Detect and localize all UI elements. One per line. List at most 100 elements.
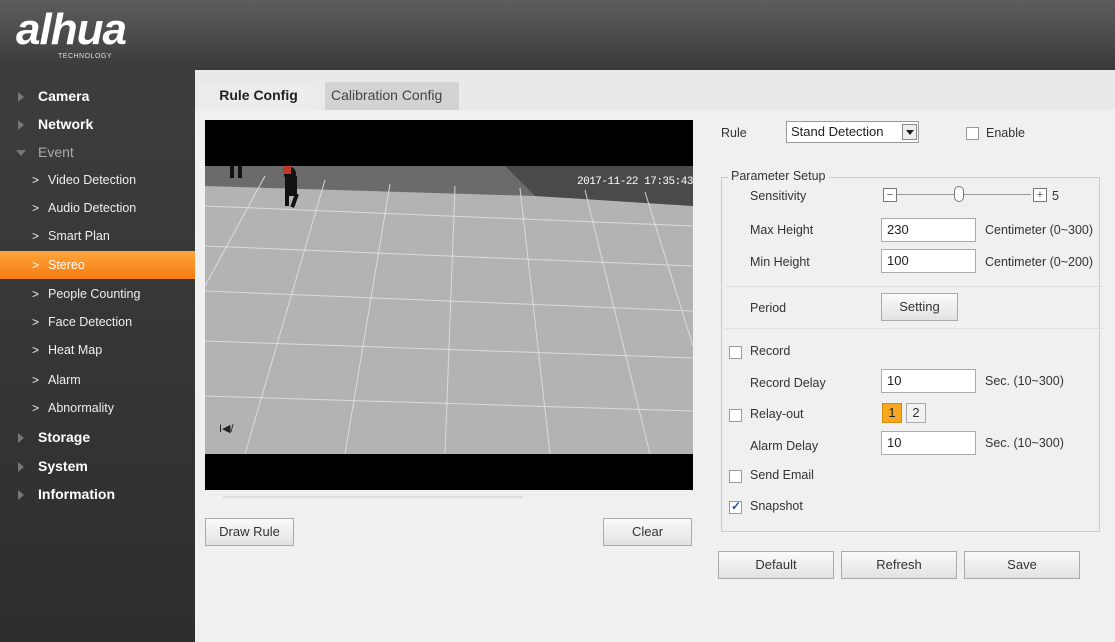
sensitivity-label: Sensitivity bbox=[750, 189, 807, 203]
sidebar-item-label: System bbox=[38, 458, 88, 474]
refresh-button[interactable]: Refresh bbox=[841, 551, 957, 579]
tab-rule-config[interactable]: Rule Config bbox=[198, 82, 319, 110]
max-height-unit: Centimeter (0~300) bbox=[985, 223, 1094, 237]
enable-label: Enable bbox=[986, 126, 1025, 140]
sidebar-item-label: Information bbox=[38, 486, 115, 502]
sidebar-item-event[interactable]: Event bbox=[0, 138, 195, 166]
sidebar-item-label: Abnormality bbox=[48, 401, 114, 415]
draw-rule-button[interactable]: Draw Rule bbox=[205, 518, 294, 546]
chevron-right-icon: > bbox=[32, 401, 40, 415]
floor-scene bbox=[205, 164, 693, 455]
app-header: alhua TECHNOLOGY bbox=[0, 0, 1115, 70]
relay-2-button[interactable]: 2 bbox=[906, 403, 926, 423]
relay-1-button[interactable]: 1 bbox=[882, 403, 902, 423]
caret-right-icon bbox=[18, 92, 24, 102]
clear-button[interactable]: Clear bbox=[603, 518, 692, 546]
parameter-setup-legend: Parameter Setup bbox=[728, 169, 829, 183]
sidebar-item-label: Alarm bbox=[48, 373, 81, 387]
sidebar-item-label: People Counting bbox=[48, 287, 141, 301]
sidebar-item-alarm[interactable]: > Alarm bbox=[0, 366, 195, 394]
tab-calibration-config[interactable]: Calibration Config bbox=[325, 82, 459, 110]
sidebar-item-camera[interactable]: Camera bbox=[0, 82, 195, 110]
sidebar-item-information[interactable]: Information bbox=[0, 480, 195, 508]
record-delay-label: Record Delay bbox=[750, 376, 826, 390]
caret-right-icon bbox=[18, 462, 24, 472]
send-email-checkbox[interactable] bbox=[729, 470, 742, 483]
sidebar-item-video-detection[interactable]: > Video Detection bbox=[0, 166, 195, 194]
sidebar-item-label: Stereo bbox=[48, 258, 85, 272]
chevron-right-icon: > bbox=[32, 315, 40, 329]
chevron-right-icon: > bbox=[32, 258, 40, 272]
chevron-right-icon: > bbox=[32, 373, 40, 387]
dropdown-arrow-icon bbox=[902, 124, 917, 140]
caret-right-icon bbox=[18, 433, 24, 443]
sidebar-item-label: Storage bbox=[38, 429, 91, 445]
sidebar-item-label: Video Detection bbox=[48, 173, 137, 187]
video-scrollbar[interactable] bbox=[223, 496, 523, 498]
divider bbox=[725, 286, 1105, 287]
min-height-unit: Centimeter (0~200) bbox=[985, 255, 1094, 269]
max-height-label: Max Height bbox=[750, 223, 814, 237]
sidebar-item-audio-detection[interactable]: > Audio Detection bbox=[0, 194, 195, 222]
caret-right-icon bbox=[18, 490, 24, 500]
alarm-delay-unit: Sec. (10~300) bbox=[985, 436, 1064, 450]
sidebar-item-abnormality[interactable]: > Abnormality bbox=[0, 394, 195, 422]
min-height-input[interactable]: 100 bbox=[881, 249, 976, 273]
sensitivity-plus-button[interactable]: + bbox=[1033, 188, 1047, 202]
sidebar-item-smart-plan[interactable]: > Smart Plan bbox=[0, 222, 195, 250]
relay-out-label: Relay-out bbox=[750, 407, 804, 421]
sidebar-item-storage[interactable]: Storage bbox=[0, 423, 195, 451]
sidebar-item-label: Smart Plan bbox=[48, 229, 110, 243]
min-height-label: Min Height bbox=[750, 255, 810, 269]
caret-down-icon bbox=[16, 150, 26, 156]
video-preview[interactable]: 2017-11-22 17:35:43 I◀/ bbox=[205, 120, 693, 490]
sidebar-item-stereo[interactable]: > Stereo bbox=[0, 251, 195, 279]
enable-checkbox[interactable] bbox=[966, 127, 979, 140]
brand-logo-sub: TECHNOLOGY bbox=[58, 53, 113, 60]
sidebar-item-label: Camera bbox=[38, 88, 90, 104]
default-button[interactable]: Default bbox=[718, 551, 834, 579]
sidebar-item-label: Audio Detection bbox=[48, 201, 137, 215]
rule-select[interactable]: Stand Detection bbox=[786, 121, 919, 143]
record-delay-unit: Sec. (10~300) bbox=[985, 374, 1064, 388]
sidebar-item-label: Heat Map bbox=[48, 343, 103, 357]
snapshot-checkbox[interactable] bbox=[729, 499, 742, 514]
sensitivity-slider-track[interactable] bbox=[897, 194, 1031, 195]
sidebar: Camera Network Event > Video Detection >… bbox=[0, 70, 195, 642]
chevron-right-icon: > bbox=[32, 287, 40, 301]
brand-logo: alhua bbox=[16, 5, 127, 54]
save-button[interactable]: Save bbox=[964, 551, 1080, 579]
chevron-right-icon: > bbox=[32, 229, 40, 243]
sidebar-item-network[interactable]: Network bbox=[0, 110, 195, 138]
record-delay-input[interactable]: 10 bbox=[881, 369, 976, 393]
sidebar-item-label: Face Detection bbox=[48, 315, 133, 329]
rule-label: Rule bbox=[721, 126, 747, 140]
sidebar-item-face-detection[interactable]: > Face Detection bbox=[0, 308, 195, 336]
video-corner-mark: I◀/ bbox=[219, 423, 234, 435]
snapshot-label: Snapshot bbox=[750, 499, 803, 513]
record-checkbox[interactable] bbox=[729, 346, 742, 359]
period-label: Period bbox=[750, 301, 787, 315]
caret-right-icon bbox=[18, 120, 24, 130]
sidebar-item-label: Event bbox=[38, 144, 74, 160]
period-setting-button[interactable]: Setting bbox=[881, 293, 958, 321]
alarm-delay-input[interactable]: 10 bbox=[881, 431, 976, 455]
sensitivity-slider-thumb[interactable] bbox=[954, 186, 964, 202]
sensitivity-value: 5 bbox=[1052, 189, 1059, 203]
chevron-right-icon: > bbox=[32, 343, 40, 357]
record-label: Record bbox=[750, 344, 791, 358]
sensitivity-minus-button[interactable]: − bbox=[883, 188, 897, 202]
rule-select-value: Stand Detection bbox=[791, 124, 884, 139]
video-timestamp: 2017-11-22 17:35:43 bbox=[577, 176, 693, 188]
chevron-right-icon: > bbox=[32, 201, 40, 215]
relay-out-checkbox[interactable] bbox=[729, 409, 742, 422]
sidebar-item-system[interactable]: System bbox=[0, 452, 195, 480]
divider bbox=[725, 328, 1105, 329]
sidebar-item-heat-map[interactable]: > Heat Map bbox=[0, 336, 195, 364]
alarm-delay-label: Alarm Delay bbox=[750, 439, 819, 453]
max-height-input[interactable]: 230 bbox=[881, 218, 976, 242]
send-email-label: Send Email bbox=[750, 468, 814, 482]
floor-tiles bbox=[205, 164, 693, 455]
sidebar-item-people-counting[interactable]: > People Counting bbox=[0, 280, 195, 308]
sidebar-item-label: Network bbox=[38, 116, 94, 132]
